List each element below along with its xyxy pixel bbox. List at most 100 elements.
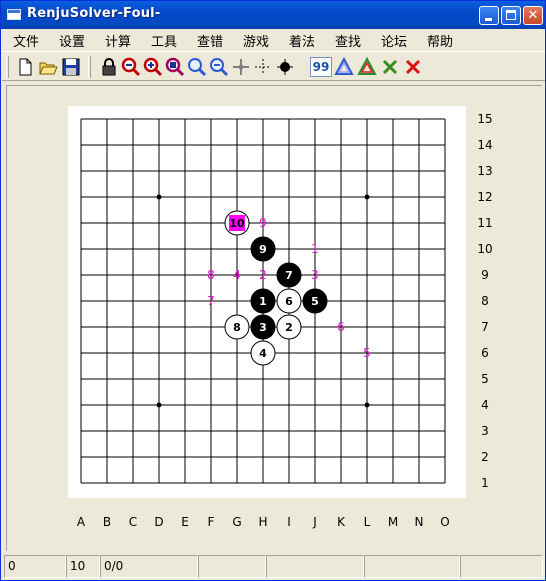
column-label: A bbox=[77, 515, 86, 529]
maximize-icon bbox=[506, 10, 516, 20]
row-label: 3 bbox=[481, 424, 489, 438]
save-button[interactable] bbox=[60, 56, 82, 78]
row-label: 9 bbox=[481, 268, 489, 282]
stone-number: 10 bbox=[229, 217, 245, 230]
column-label: F bbox=[208, 515, 215, 529]
cross-red-icon bbox=[405, 59, 421, 75]
menu-moves[interactable]: 着法 bbox=[289, 31, 315, 50]
black-stone-icon bbox=[277, 59, 293, 75]
status-cell-move-count: 10 bbox=[66, 555, 100, 578]
column-label: B bbox=[103, 515, 111, 529]
stone-number: 5 bbox=[311, 295, 319, 308]
row-label: 6 bbox=[481, 346, 489, 360]
zoom-red-3-button[interactable] bbox=[164, 56, 186, 78]
column-label: C bbox=[129, 515, 137, 529]
row-label: 5 bbox=[481, 372, 489, 386]
lock-button[interactable] bbox=[98, 56, 120, 78]
minimize-button[interactable] bbox=[479, 6, 499, 25]
move-number-display[interactable]: 99 bbox=[310, 57, 332, 77]
new-file-button[interactable] bbox=[14, 56, 36, 78]
menu-game[interactable]: 游戏 bbox=[243, 31, 269, 50]
menu-file[interactable]: 文件 bbox=[13, 31, 39, 50]
column-label: O bbox=[440, 515, 449, 529]
column-label: I bbox=[287, 515, 291, 529]
lock-icon bbox=[102, 58, 116, 76]
gomoku-board[interactable]: A B C D E F G H I J K L M N O15141312111098765432112 34… bbox=[7, 86, 543, 552]
tree-green-button[interactable] bbox=[356, 56, 378, 78]
open-button[interactable] bbox=[37, 56, 59, 78]
black-stone-button[interactable] bbox=[274, 56, 296, 78]
dotted-cross-button[interactable] bbox=[252, 56, 274, 78]
menu-forum[interactable]: 论坛 bbox=[381, 31, 407, 50]
candidate-mark: 3 bbox=[311, 268, 319, 282]
stone-number: 6 bbox=[285, 295, 293, 308]
row-label: 7 bbox=[481, 320, 489, 334]
row-label: 13 bbox=[477, 164, 492, 178]
stone-number: 4 bbox=[259, 347, 267, 360]
crosshair-button[interactable] bbox=[230, 56, 252, 78]
menu-tools[interactable]: 工具 bbox=[151, 31, 177, 50]
zoom-in-red-1-icon bbox=[121, 57, 141, 77]
window-title: RenjuSolver-Foul- bbox=[27, 6, 161, 21]
candidate-mark: 2 bbox=[259, 268, 267, 282]
zoom-red-1-button[interactable] bbox=[120, 56, 142, 78]
status-cell-4 bbox=[198, 555, 266, 578]
close-button[interactable]: ✕ bbox=[523, 6, 543, 25]
star-point bbox=[364, 402, 370, 408]
row-label: 10 bbox=[477, 242, 492, 256]
menu-compute[interactable]: 计算 bbox=[105, 31, 131, 50]
column-label: J bbox=[312, 515, 317, 529]
zoom-in-button[interactable] bbox=[186, 56, 208, 78]
status-cell-position: 0 bbox=[4, 555, 66, 578]
row-label: 4 bbox=[481, 398, 489, 412]
zoom-in-red-2-icon bbox=[143, 57, 163, 77]
stone-number: 1 bbox=[259, 295, 267, 308]
tree-blue-icon bbox=[334, 56, 354, 75]
candidate-mark: 7 bbox=[207, 294, 215, 308]
column-label: D bbox=[154, 515, 163, 529]
menu-settings[interactable]: 设置 bbox=[59, 31, 85, 50]
cross-green-icon bbox=[382, 59, 398, 75]
stone-number: 9 bbox=[259, 243, 267, 256]
star-point bbox=[156, 402, 162, 408]
candidate-mark: 6 bbox=[337, 320, 345, 334]
column-label: M bbox=[388, 515, 398, 529]
column-label: H bbox=[258, 515, 267, 529]
star-point bbox=[364, 194, 370, 200]
dotted-cross-icon bbox=[255, 59, 271, 75]
zoom-red-2-button[interactable] bbox=[142, 56, 164, 78]
row-label: 1 bbox=[481, 476, 489, 490]
new-file-icon bbox=[19, 58, 32, 76]
tree-blue-button[interactable] bbox=[333, 56, 355, 78]
crosshair-icon bbox=[233, 59, 249, 75]
menu-check-errors[interactable]: 查错 bbox=[197, 31, 223, 50]
column-label: N bbox=[415, 515, 424, 529]
menu-help[interactable]: 帮助 bbox=[427, 31, 453, 50]
candidate-mark: 9 bbox=[259, 216, 267, 230]
menu-search[interactable]: 查找 bbox=[335, 31, 361, 50]
star-point bbox=[156, 194, 162, 200]
toolbar-grip[interactable] bbox=[6, 56, 9, 78]
cross-red-button[interactable] bbox=[402, 56, 424, 78]
row-label: 15 bbox=[477, 112, 492, 126]
title-bar[interactable]: RenjuSolver-Foul- ✕ bbox=[1, 1, 545, 29]
row-label: 8 bbox=[481, 294, 489, 308]
board-area: A B C D E F G H I J K L M N O 15 14 13 12 11 10 9 8 7 6 5 4 3 2 1 1 2 3 4… bbox=[6, 85, 542, 551]
cross-green-button[interactable] bbox=[379, 56, 401, 78]
candidate-mark: 8 bbox=[207, 268, 215, 282]
status-cell-5 bbox=[266, 555, 364, 578]
status-cell-7 bbox=[460, 555, 543, 578]
row-label: 11 bbox=[477, 216, 492, 230]
save-disk-icon bbox=[62, 58, 80, 76]
open-folder-icon bbox=[39, 62, 58, 75]
zoom-out-button[interactable] bbox=[208, 56, 230, 78]
stone-number: 2 bbox=[285, 321, 293, 334]
column-label: K bbox=[337, 515, 346, 529]
app-icon bbox=[7, 9, 21, 20]
toolbar: 99 bbox=[2, 51, 545, 81]
status-bar: 0 10 0/0 bbox=[2, 552, 545, 580]
maximize-button[interactable] bbox=[501, 6, 521, 25]
zoom-in-red-3-icon bbox=[165, 57, 185, 77]
candidate-mark: 4 bbox=[233, 268, 241, 282]
app-window: RenjuSolver-Foul- ✕ 文件 设置 计算 工具 查错 游戏 着法… bbox=[0, 0, 546, 581]
